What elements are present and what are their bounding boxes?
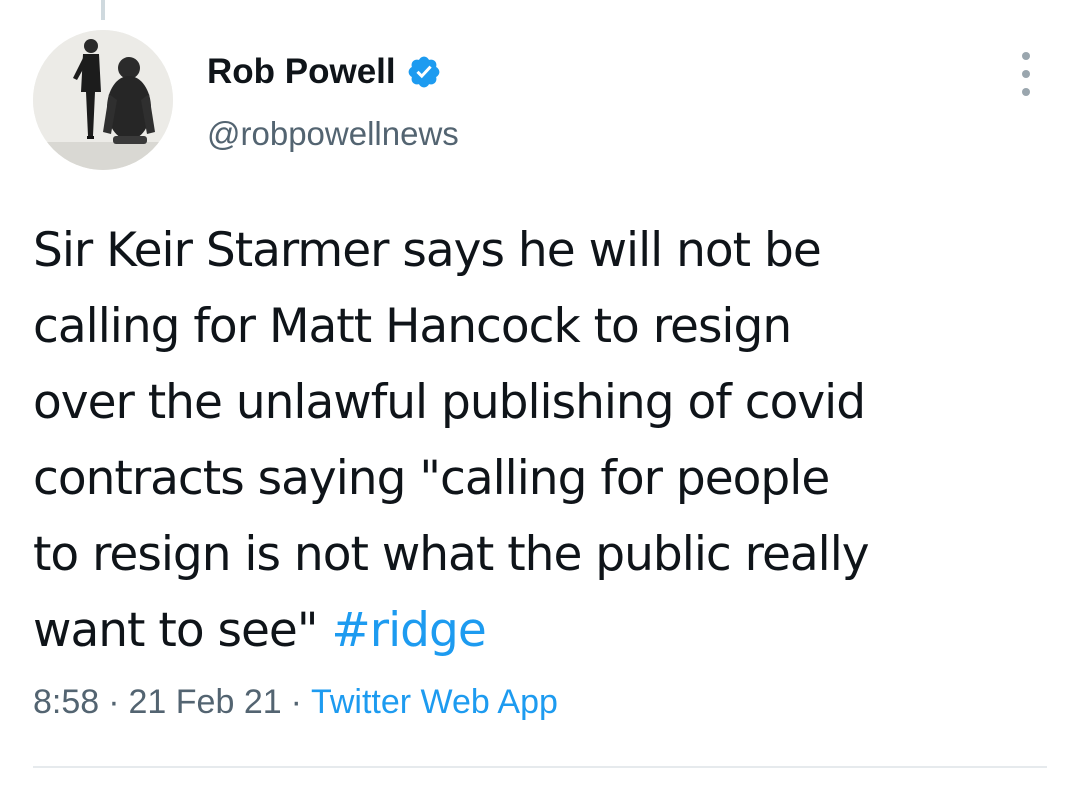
- avatar-image: [33, 30, 173, 170]
- tweet-text-line: over the unlawful publishing of covid: [33, 375, 866, 430]
- hashtag-link[interactable]: #ridge: [331, 603, 486, 658]
- more-dot: [1022, 70, 1030, 78]
- tweet-text-segment: want to see": [33, 603, 332, 658]
- tweet-text-line: calling for Matt Hancock to resign: [33, 299, 792, 354]
- tweet-source-link[interactable]: Twitter Web App: [311, 683, 558, 721]
- tweet-text-line: contracts saying "calling for people: [33, 451, 830, 506]
- more-dot: [1022, 88, 1030, 96]
- thread-connector-line: [101, 0, 105, 20]
- verified-badge-icon: [408, 56, 439, 88]
- tweet-text-line: Sir Keir Starmer says he will not be: [33, 223, 822, 278]
- tweet-time[interactable]: 8:58: [33, 683, 99, 721]
- tweet-text: Sir Keir Starmer says he will not be cal…: [33, 213, 1043, 669]
- tweet-date[interactable]: 21 Feb 21: [129, 683, 282, 721]
- more-options-icon[interactable]: [1012, 52, 1040, 96]
- tweet-metadata: 8:58 · 21 Feb 21 · Twitter Web App: [33, 683, 558, 722]
- separator-dot: ·: [290, 683, 302, 721]
- author-name-row[interactable]: Rob Powell: [207, 50, 442, 94]
- more-dot: [1022, 52, 1030, 60]
- divider: [33, 766, 1047, 768]
- author-display-name[interactable]: Rob Powell: [207, 52, 396, 92]
- avatar[interactable]: [33, 30, 173, 170]
- author-handle[interactable]: @robpowellnews: [207, 115, 459, 153]
- tweet-text-line-last: want to see" #ridge: [33, 593, 1043, 669]
- tweet-text-line: to resign is not what the public really: [33, 527, 870, 582]
- separator-dot: ·: [108, 683, 120, 721]
